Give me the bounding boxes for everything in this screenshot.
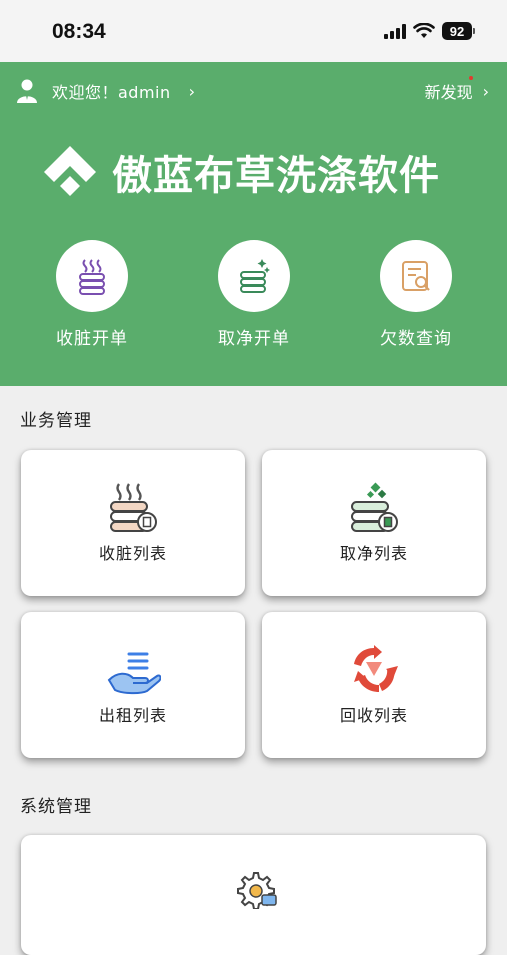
quick-icon-circle: [218, 240, 290, 312]
chevron-right-icon: ›: [188, 81, 196, 101]
user-welcome-link[interactable]: 欢迎您！admin ›: [16, 78, 195, 104]
quick-label: 取净开单: [218, 329, 290, 349]
clean-linen-icon: [240, 259, 270, 293]
quick-dirty-order[interactable]: 收脏开单: [22, 240, 162, 349]
wifi-icon: [413, 23, 435, 38]
welcome-text: 欢迎您！admin: [52, 83, 171, 102]
discover-label: 新发现: [424, 83, 473, 102]
brand-title: 傲蓝布草洗涤软件: [112, 153, 440, 199]
status-bar: 08:34 92: [0, 0, 507, 62]
status-icons: 92: [384, 22, 475, 40]
discover-link[interactable]: 新发现 ›: [425, 79, 489, 103]
dirty-linen-icon: [79, 259, 105, 295]
dirty-list-icon: [110, 483, 157, 532]
battery-level: 92: [449, 23, 465, 39]
clean-list-icon: [351, 482, 398, 532]
card-recycle-list[interactable]: 回收列表: [262, 612, 486, 758]
user-icon: [17, 79, 37, 103]
card-label: 取净列表: [339, 544, 408, 563]
chevron-right-icon: ›: [482, 81, 489, 101]
brand-logo-icon: [44, 146, 96, 196]
status-time: 08:34: [52, 20, 106, 43]
card-label: 回收列表: [339, 706, 408, 725]
brand: 傲蓝布草洗涤软件: [40, 142, 440, 202]
quick-owed-query[interactable]: 欠数查询: [346, 240, 486, 349]
app-header: 欢迎您！admin › 新发现 › 傲蓝布草洗涤软件 收脏开单 取净开单 欠数查…: [0, 62, 507, 386]
battery-icon: 92: [442, 22, 475, 40]
quick-clean-order[interactable]: 取净开单: [184, 240, 324, 349]
cellular-signal-icon: [384, 23, 406, 39]
system-section-title: 系统管理: [20, 797, 92, 817]
quick-label: 收脏开单: [56, 329, 128, 349]
rent-list-icon: [107, 652, 161, 695]
card-label: 出租列表: [98, 706, 167, 725]
card-label: 收脏列表: [98, 544, 167, 563]
card-clean-list[interactable]: 取净列表: [262, 450, 486, 596]
search-document-icon: [402, 261, 430, 291]
card-system-settings[interactable]: [21, 835, 486, 955]
recycle-list-icon: [354, 645, 398, 692]
card-rent-list[interactable]: 出租列表: [21, 612, 245, 758]
card-dirty-list[interactable]: 收脏列表: [21, 450, 245, 596]
quick-icon-circle: [56, 240, 128, 312]
settings-gear-icon: [237, 872, 277, 909]
quick-label: 欠数查询: [380, 329, 452, 349]
business-section-title: 业务管理: [20, 411, 92, 431]
quick-icon-circle: [380, 240, 452, 312]
